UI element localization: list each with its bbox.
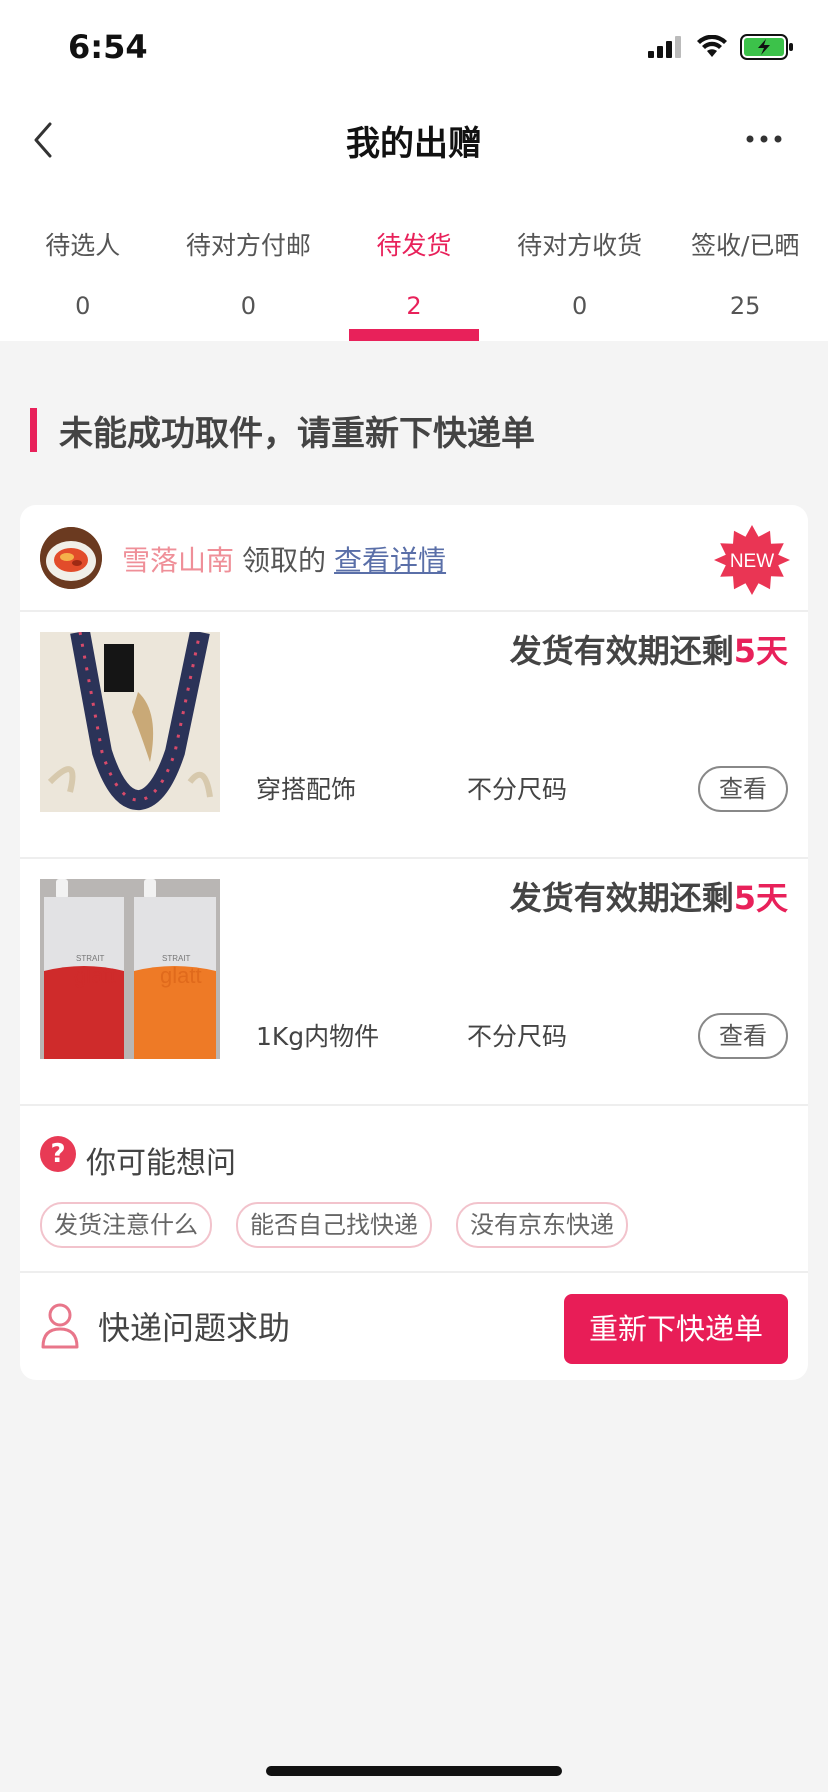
item-size: 不分尺码 xyxy=(467,1022,568,1051)
view-details-link[interactable]: 查看详情 xyxy=(334,544,446,577)
question-icon: ? xyxy=(40,1136,76,1172)
tab-pending-shipment[interactable]: 待发货 2 xyxy=(331,222,497,341)
avatar[interactable] xyxy=(40,527,102,589)
tab-count: 0 xyxy=(571,292,588,320)
tab-label: 待选人 xyxy=(45,231,121,260)
wifi-icon xyxy=(697,35,727,57)
status-tabs: 待选人 0 待对方付邮 0 待发货 2 待对方收货 0 签收/已晒 25 xyxy=(0,222,828,341)
glatt-brand-text: glatt xyxy=(74,963,116,988)
deadline-prefix: 发货有效期还剩 xyxy=(509,879,734,917)
gift-item: glatt glatt STRAIT STRAIT 发货有效期还剩5天 1Kg内… xyxy=(20,859,808,1106)
faq-title: 你可能想问 xyxy=(86,1146,236,1181)
new-badge-icon: NEW xyxy=(714,525,790,595)
battery-charging-icon xyxy=(740,34,793,60)
glatt-sub-text: STRAIT xyxy=(76,954,105,963)
tab-received[interactable]: 签收/已晒 25 xyxy=(662,222,828,341)
deadline-days: 5天 xyxy=(733,879,788,917)
claimer-row: 雪落山南 领取的 查看详情 NEW xyxy=(20,505,808,612)
reorder-courier-button[interactable]: 重新下快递单 xyxy=(564,1294,788,1364)
status-icons xyxy=(648,34,794,60)
ship-deadline: 发货有效期还剩5天 xyxy=(510,626,788,672)
view-item-button[interactable]: 查看 xyxy=(698,1013,788,1059)
glatt-brand-text: glatt xyxy=(160,963,202,988)
claimer-name[interactable]: 雪落山南 xyxy=(122,544,234,577)
page-title: 我的出赠 xyxy=(346,124,482,164)
tab-label: 签收/已晒 xyxy=(690,231,800,260)
notice-text: 未能成功取件，请重新下快递单 xyxy=(59,413,535,454)
shipment-card: 雪落山南领取的查看详情 NEW 发货有效期还剩5天 穿搭配饰 不分尺码 查看 xyxy=(20,505,808,1380)
tab-pending-receipt[interactable]: 待对方收货 0 xyxy=(497,222,663,341)
deadline-days: 5天 xyxy=(733,632,788,670)
tab-label: 待对方收货 xyxy=(517,231,643,260)
item-photo-lanyard[interactable] xyxy=(40,632,220,812)
ship-deadline: 发货有效期还剩5天 xyxy=(510,873,788,919)
notice-accent-bar xyxy=(30,408,37,452)
item-size: 不分尺码 xyxy=(467,775,568,804)
item-category: 穿搭配饰 xyxy=(256,775,357,804)
gift-item: 发货有效期还剩5天 穿搭配饰 不分尺码 查看 xyxy=(20,612,808,859)
status-time: 6:54 xyxy=(68,28,148,66)
tab-pending-select[interactable]: 待选人 0 xyxy=(0,222,166,341)
view-item-button[interactable]: 查看 xyxy=(698,766,788,812)
item-photo-glatt[interactable]: glatt glatt STRAIT STRAIT xyxy=(40,879,220,1059)
courier-help-link[interactable]: 快递问题求助 xyxy=(98,1303,290,1349)
cellular-signal-icon xyxy=(648,36,681,58)
person-icon[interactable] xyxy=(40,1301,80,1349)
faq-chip-own-courier[interactable]: 能否自己找快递 xyxy=(236,1202,432,1248)
courier-help-row: 快递问题求助 重新下快递单 xyxy=(20,1273,808,1380)
new-badge-text: NEW xyxy=(730,551,774,572)
faq-chips: 发货注意什么 能否自己找快递 没有京东快递 xyxy=(40,1202,628,1248)
faq-chip-shipping-notes[interactable]: 发货注意什么 xyxy=(40,1202,212,1248)
tab-label: 待发货 xyxy=(376,231,452,260)
tab-label: 待对方付邮 xyxy=(185,231,311,260)
faq-chip-no-jd-express[interactable]: 没有京东快递 xyxy=(456,1202,628,1248)
more-options-icon[interactable] xyxy=(744,124,784,154)
home-indicator[interactable] xyxy=(266,1766,562,1776)
glatt-sub-text: STRAIT xyxy=(162,954,191,963)
claimer-action: 领取的 xyxy=(242,544,327,577)
tab-count: 2 xyxy=(406,292,422,320)
tab-count: 25 xyxy=(729,292,761,320)
item-category: 1Kg内物件 xyxy=(256,1022,380,1051)
deadline-prefix: 发货有效期还剩 xyxy=(509,632,734,670)
tab-count: 0 xyxy=(75,292,91,320)
claimer-line: 雪落山南 领取的 查看详情 xyxy=(122,539,446,579)
pickup-failed-notice: 未能成功取件，请重新下快递单 xyxy=(30,408,535,454)
tab-pending-postage[interactable]: 待对方付邮 0 xyxy=(166,222,332,341)
faq-section: ? 你可能想问 发货注意什么 能否自己找快递 没有京东快递 xyxy=(20,1106,808,1273)
active-tab-indicator xyxy=(349,329,479,341)
tab-count: 0 xyxy=(240,292,257,320)
top-panel: 6:54 我的出赠 待选人 0 待对方付邮 0 待发货 2 待对方收货 0 签收… xyxy=(0,0,828,341)
